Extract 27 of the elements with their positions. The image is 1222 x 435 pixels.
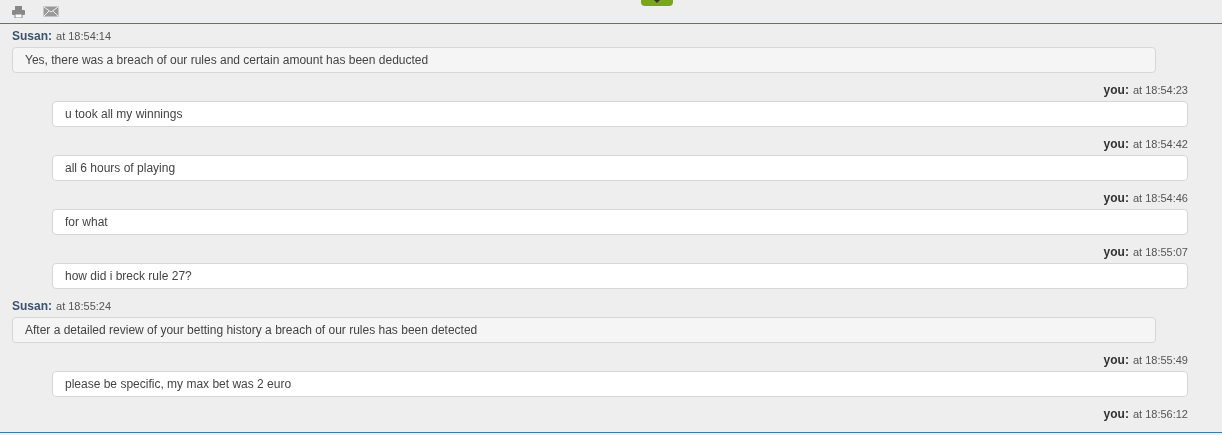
message-time: at 18:55:07 bbox=[1132, 245, 1188, 260]
message-bubble: Yes, there was a breach of our rules and certain amount has been deducted bbox=[12, 47, 1156, 73]
sender-name: you: bbox=[1103, 82, 1129, 98]
message-bubble: please be specific, my max bet was 2 euro bbox=[52, 371, 1188, 397]
message-time: at 18:54:42 bbox=[1132, 137, 1188, 152]
message-bubble: u took all my winnings bbox=[52, 101, 1188, 127]
message-time: at 18:54:23 bbox=[1132, 83, 1188, 98]
mail-icon[interactable] bbox=[43, 6, 59, 17]
sender-name: Susan: bbox=[12, 298, 52, 314]
message-time: at 18:55:24 bbox=[56, 299, 112, 314]
message-time: at 18:55:49 bbox=[1132, 353, 1188, 368]
sender-name: you: bbox=[1103, 244, 1129, 260]
message-bubble: all 6 hours of playing bbox=[52, 155, 1188, 181]
message-time: at 18:56:12 bbox=[1132, 407, 1188, 422]
message-bubble: After a detailed review of your betting history a breach of our rules has been detected bbox=[12, 317, 1156, 343]
message-time: at 18:54:14 bbox=[56, 29, 112, 44]
message-time: at 18:54:46 bbox=[1132, 191, 1188, 206]
sender-name: Susan: bbox=[12, 28, 52, 44]
sender-name: you: bbox=[1103, 352, 1129, 368]
sender-name: you: bbox=[1103, 406, 1129, 422]
collapse-tab[interactable] bbox=[641, 0, 673, 6]
message-bubble: how did i breck rule 27? bbox=[52, 263, 1188, 289]
sender-name: you: bbox=[1103, 190, 1129, 206]
print-icon[interactable] bbox=[12, 5, 25, 18]
message-bubble: for what bbox=[52, 209, 1188, 235]
sender-name: you: bbox=[1103, 136, 1129, 152]
caret-icon bbox=[654, 0, 660, 3]
